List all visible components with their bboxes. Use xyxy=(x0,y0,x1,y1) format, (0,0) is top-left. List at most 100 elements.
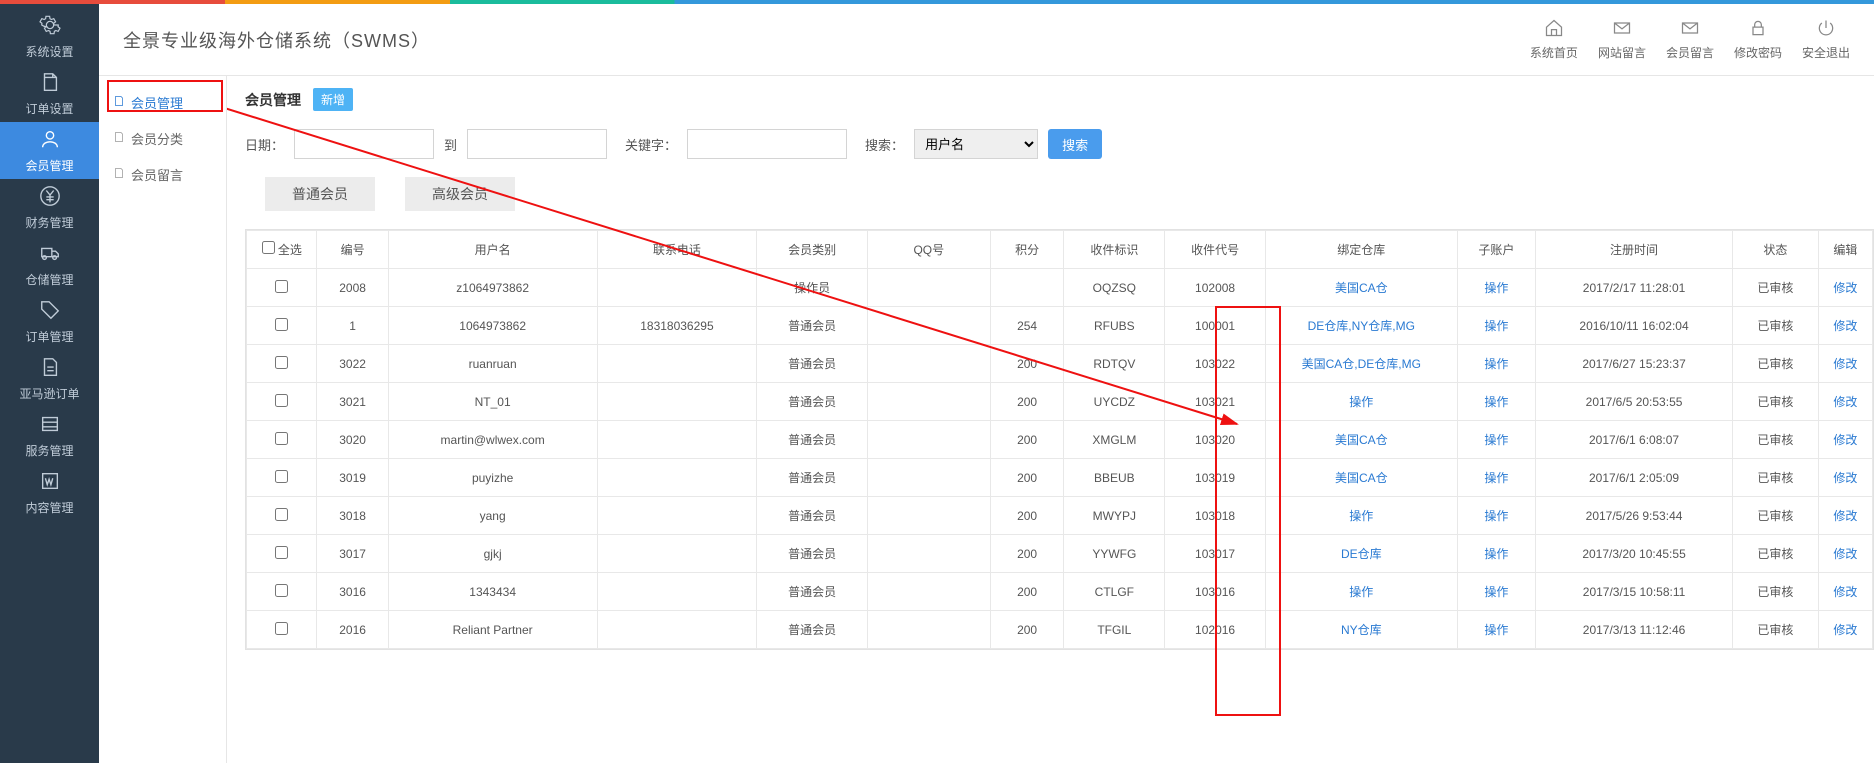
cell[interactable]: 修改 xyxy=(1818,573,1872,611)
header-action-4[interactable]: 安全退出 xyxy=(1802,18,1850,61)
cell[interactable]: 操作 xyxy=(1457,383,1536,421)
cell[interactable]: NY仓库 xyxy=(1265,611,1457,649)
cell xyxy=(247,459,317,497)
cell xyxy=(597,383,757,421)
tab-premium-member[interactable]: 高级会员 xyxy=(405,177,515,211)
cell xyxy=(867,459,990,497)
header-action-0[interactable]: 系统首页 xyxy=(1530,18,1578,61)
cell[interactable]: 修改 xyxy=(1818,383,1872,421)
subnav-item-2[interactable]: 会员留言 xyxy=(99,156,226,192)
users-icon xyxy=(39,128,61,153)
sidebar-item-8[interactable]: 内容管理 xyxy=(0,464,99,521)
sidebar-item-3[interactable]: 财务管理 xyxy=(0,179,99,236)
cell[interactable]: 修改 xyxy=(1818,269,1872,307)
cell[interactable]: 操作 xyxy=(1457,459,1536,497)
cell: 普通会员 xyxy=(757,345,868,383)
table-header-1: 编号 xyxy=(317,231,388,269)
cell[interactable]: DE仓库,NY仓库,MG xyxy=(1265,307,1457,345)
date-from-input[interactable] xyxy=(294,129,434,159)
row-checkbox[interactable] xyxy=(275,356,288,369)
search-button[interactable]: 搜索 xyxy=(1048,129,1102,159)
sidebar-item-4[interactable]: 仓储管理 xyxy=(0,236,99,293)
sidebar-item-label: 内容管理 xyxy=(25,499,73,516)
cell[interactable]: 操作 xyxy=(1457,535,1536,573)
keyword-input[interactable] xyxy=(687,129,847,159)
header-action-3[interactable]: 修改密码 xyxy=(1734,18,1782,61)
sidebar-item-label: 财务管理 xyxy=(25,214,73,231)
sidebar-item-7[interactable]: 服务管理 xyxy=(0,407,99,464)
sidebar-item-label: 会员管理 xyxy=(25,157,73,174)
table-row: 3021NT_01普通会员200UYCDZ103021操作操作2017/6/5 … xyxy=(247,383,1873,421)
row-checkbox[interactable] xyxy=(275,508,288,521)
date-to-label: 到 xyxy=(444,135,457,154)
table-header-6: 积分 xyxy=(990,231,1064,269)
sidebar-item-0[interactable]: 系统设置 xyxy=(0,8,99,65)
cell[interactable]: 操作 xyxy=(1457,497,1536,535)
cell[interactable]: 美国CA仓 xyxy=(1265,269,1457,307)
cell: XMGLM xyxy=(1064,421,1165,459)
sidebar-item-1[interactable]: 订单设置 xyxy=(0,65,99,122)
sidebar-item-label: 订单设置 xyxy=(25,100,73,117)
new-button[interactable]: 新增 xyxy=(313,88,353,111)
cell: 2017/6/1 6:08:07 xyxy=(1536,421,1733,459)
cell[interactable]: 修改 xyxy=(1818,497,1872,535)
subnav-item-1[interactable]: 会员分类 xyxy=(99,120,226,156)
cell[interactable]: 修改 xyxy=(1818,611,1872,649)
cell: OQZSQ xyxy=(1064,269,1165,307)
header-action-label: 修改密码 xyxy=(1734,44,1782,61)
tab-regular-member[interactable]: 普通会员 xyxy=(265,177,375,211)
file-icon xyxy=(39,356,61,381)
date-to-input[interactable] xyxy=(467,129,607,159)
subnav-item-0[interactable]: 会员管理 xyxy=(99,84,226,120)
cell[interactable]: 操作 xyxy=(1265,383,1457,421)
cell: 已审核 xyxy=(1732,421,1818,459)
cell[interactable]: 操作 xyxy=(1457,573,1536,611)
cell: 已审核 xyxy=(1732,611,1818,649)
header-action-2[interactable]: 会员留言 xyxy=(1666,18,1714,61)
cell[interactable]: 美国CA仓 xyxy=(1265,421,1457,459)
cell[interactable]: 操作 xyxy=(1265,573,1457,611)
row-checkbox[interactable] xyxy=(275,318,288,331)
row-checkbox[interactable] xyxy=(275,280,288,293)
cell[interactable]: 修改 xyxy=(1818,345,1872,383)
table-header-7: 收件标识 xyxy=(1064,231,1165,269)
cell[interactable]: 修改 xyxy=(1818,459,1872,497)
sidebar-item-6[interactable]: 亚马逊订单 xyxy=(0,350,99,407)
row-checkbox[interactable] xyxy=(275,584,288,597)
cell[interactable]: 修改 xyxy=(1818,421,1872,459)
cell xyxy=(247,421,317,459)
cell: 103019 xyxy=(1165,459,1266,497)
cell: 200 xyxy=(990,611,1064,649)
row-checkbox[interactable] xyxy=(275,546,288,559)
sidebar-item-5[interactable]: 订单管理 xyxy=(0,293,99,350)
cell[interactable]: 操作 xyxy=(1457,345,1536,383)
cell[interactable]: 修改 xyxy=(1818,535,1872,573)
cell[interactable]: 操作 xyxy=(1457,611,1536,649)
cell: 普通会员 xyxy=(757,459,868,497)
sidebar-item-2[interactable]: 会员管理 xyxy=(0,122,99,179)
row-checkbox[interactable] xyxy=(275,432,288,445)
row-checkbox[interactable] xyxy=(275,470,288,483)
cell: TFGIL xyxy=(1064,611,1165,649)
word-icon xyxy=(39,470,61,495)
cell[interactable]: DE仓库 xyxy=(1265,535,1457,573)
search-field-select[interactable]: 用户名 xyxy=(914,129,1038,159)
cell: UYCDZ xyxy=(1064,383,1165,421)
cell[interactable]: 操作 xyxy=(1457,307,1536,345)
row-checkbox[interactable] xyxy=(275,622,288,635)
cell[interactable]: 操作 xyxy=(1457,421,1536,459)
cell[interactable]: 美国CA仓 xyxy=(1265,459,1457,497)
cell: 200 xyxy=(990,573,1064,611)
cell[interactable]: 操作 xyxy=(1457,269,1536,307)
cell: 200 xyxy=(990,459,1064,497)
row-checkbox[interactable] xyxy=(275,394,288,407)
cell: 102016 xyxy=(1165,611,1266,649)
cell[interactable]: 修改 xyxy=(1818,307,1872,345)
cell: 2017/6/5 20:53:55 xyxy=(1536,383,1733,421)
cell: 已审核 xyxy=(1732,459,1818,497)
cell[interactable]: 美国CA仓,DE仓库,MG xyxy=(1265,345,1457,383)
header-action-1[interactable]: 网站留言 xyxy=(1598,18,1646,61)
cell[interactable]: 操作 xyxy=(1265,497,1457,535)
cell: 2008 xyxy=(317,269,388,307)
select-all-checkbox[interactable] xyxy=(262,241,275,254)
